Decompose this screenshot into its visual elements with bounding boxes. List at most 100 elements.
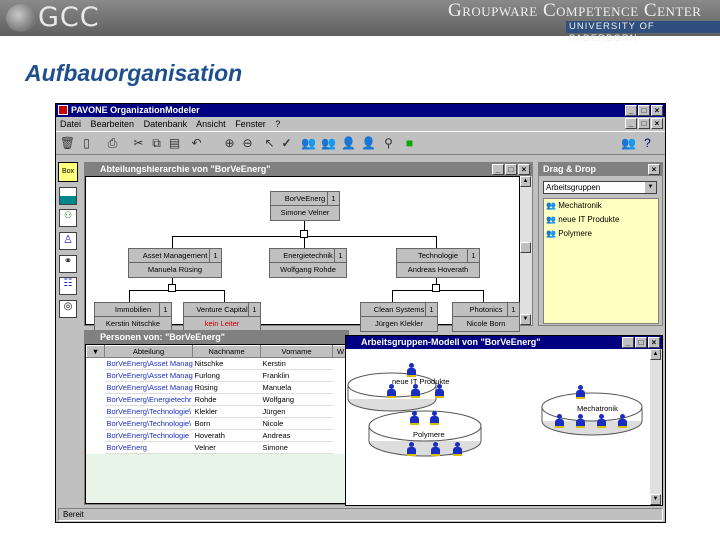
table-row[interactable]: BorVeEnerg\Energietechr Rohde Wolfgang [87, 393, 349, 406]
doc-maximize-button[interactable]: □ [638, 118, 650, 129]
person-tool-icon[interactable]: ♙ [59, 232, 77, 250]
new-icon[interactable]: ▯ [78, 135, 95, 152]
table-row[interactable]: BorVeEnerg\Technologie\ Klekler Jürgen [87, 405, 349, 418]
help-icon[interactable]: ? [639, 135, 656, 152]
person-icon[interactable] [452, 442, 462, 456]
cut-icon[interactable]: ✂ [130, 135, 147, 152]
doc-close-button[interactable]: × [651, 118, 663, 129]
zoom-in-icon[interactable]: ⊕ [221, 135, 238, 152]
scroll-up-icon[interactable]: ▲ [650, 349, 661, 360]
zoom-out-icon[interactable]: ⊖ [239, 135, 256, 152]
maximize-button[interactable]: □ [638, 105, 650, 116]
group-type-select[interactable]: Arbeitsgruppen ▼ [543, 181, 657, 194]
menu-help[interactable]: ? [275, 119, 280, 129]
table-row[interactable]: BorVeEnerg\Asset Manag Nitschke Kerstin [87, 357, 349, 370]
paste-icon[interactable]: ▤ [166, 135, 183, 152]
copy-icon[interactable]: ⧉ [148, 135, 165, 152]
person-icon[interactable] [430, 442, 440, 456]
table-row[interactable]: BorVeEnerg\Asset Manag Furlong Franklin [87, 369, 349, 382]
hierarchy-close-button[interactable]: × [518, 164, 530, 175]
table-row[interactable]: BorVeEnerg Velner Simone [87, 441, 349, 454]
persons-icon[interactable]: 👥 [320, 135, 337, 152]
print-icon[interactable]: ⎙ [104, 135, 121, 152]
org-node-technologie[interactable]: Technologie 1 Andreas Hoverath [396, 248, 480, 278]
person-icon[interactable] [575, 385, 585, 399]
person-icon[interactable] [409, 411, 419, 425]
scroll-up-icon[interactable]: ▲ [520, 176, 531, 187]
table-row[interactable]: BorVeEnerg\Technologie Hoverath Andreas [87, 429, 349, 442]
color-icon[interactable]: ■ [401, 135, 418, 152]
collapse-icon[interactable] [168, 284, 176, 292]
chevron-down-icon[interactable]: ▼ [645, 182, 656, 193]
list-item[interactable]: 👥 Polymere [546, 229, 592, 238]
person-icon[interactable] [429, 411, 439, 425]
box-tool[interactable]: Box [58, 162, 78, 182]
disc-tool-icon[interactable]: ◎ [59, 300, 77, 318]
link-tool-icon[interactable]: ⚭ [59, 255, 77, 273]
person-icon[interactable] [575, 414, 585, 428]
hierarchy-maximize-button[interactable]: □ [505, 164, 517, 175]
table-row[interactable]: BorVeEnerg\Asset Manag Rüsing Manuela [87, 381, 349, 394]
groups-minimize-button[interactable]: _ [622, 337, 634, 348]
delete-icon[interactable]: 🗑 [59, 135, 76, 152]
menu-datenbank[interactable]: Datenbank [144, 119, 188, 129]
list-item[interactable]: 👥 neue IT Produkte [546, 215, 619, 224]
scroll-thumb[interactable] [520, 242, 531, 253]
hierarchy-minimize-button[interactable]: _ [492, 164, 504, 175]
list-item[interactable]: 👥 Mechatronik [546, 201, 602, 210]
column-header[interactable]: Vorname [260, 345, 333, 358]
collapse-icon[interactable] [300, 230, 308, 238]
scroll-down-icon[interactable]: ▼ [520, 314, 531, 325]
table-row[interactable]: BorVeEnerg\Technologie\ Born Nicole [87, 417, 349, 430]
menu-fenster[interactable]: Fenster [235, 119, 266, 129]
groups-scrollbar[interactable]: ▲ ▼ [650, 349, 662, 505]
person-icon[interactable] [386, 384, 396, 398]
person-icon[interactable] [596, 414, 606, 428]
org-node-venture-capital[interactable]: Venture Capital 1 kein Leiter [183, 302, 261, 332]
groups-close-button[interactable]: × [648, 337, 660, 348]
groups-titlebar[interactable]: Arbeitsgruppen-Modell von "BorVeEnerg" _… [346, 336, 662, 349]
person-icon[interactable]: 👤 [340, 135, 357, 152]
org-node-immobilien[interactable]: Immobilien 1 Kerstin Nitschke [94, 302, 172, 332]
persons-titlebar[interactable]: Personen von: "BorVeEnerg" [85, 331, 348, 344]
app-titlebar[interactable]: PAVONE OrganizationModeler _ □ × [56, 104, 665, 117]
menu-datei[interactable]: Datei [60, 119, 81, 129]
check-icon[interactable]: ✓ [278, 135, 295, 152]
org-node-asset-management[interactable]: Asset Management 1 Manuela Rüsing [128, 248, 222, 278]
collapse-icon[interactable] [432, 284, 440, 292]
undo-icon[interactable]: ↶ [188, 135, 205, 152]
groups-maximize-button[interactable]: □ [635, 337, 647, 348]
hierarchy-scrollbar[interactable]: ▲ ▼ [520, 176, 532, 325]
group-tool-icon[interactable]: ☷ [59, 277, 77, 295]
close-button[interactable]: × [651, 105, 663, 116]
link-icon[interactable]: ⚲ [380, 135, 397, 152]
node-number: 1 [507, 303, 519, 317]
dragdrop-close-button[interactable]: × [648, 164, 660, 175]
org-node-root[interactable]: BorVeEnerg 1 Simone Velner [270, 191, 340, 221]
person-icon[interactable] [406, 442, 416, 456]
dragdrop-titlebar[interactable]: Drag & Drop × [539, 163, 662, 176]
table-tool-icon[interactable] [59, 187, 77, 205]
org-node-clean-systems[interactable]: Clean Systems 1 Jürgen Klekler [360, 302, 438, 332]
org-node-photonics[interactable]: Photonics 1 Nicole Born [452, 302, 520, 332]
help-pointer-icon[interactable]: ↖ [261, 135, 278, 152]
scroll-down-icon[interactable]: ▼ [650, 494, 661, 505]
hierarchy-titlebar[interactable]: Abteilungshierarchie von "BorVeEnerg" _ … [85, 163, 532, 176]
group-icon[interactable]: 👥 [300, 135, 317, 152]
doc-minimize-button[interactable]: _ [625, 118, 637, 129]
sort-icon[interactable]: ▼ [86, 345, 105, 358]
person-icon[interactable] [434, 384, 444, 398]
tree-tool-icon[interactable]: ⚇ [59, 209, 77, 227]
role-icon[interactable]: 👤 [360, 135, 377, 152]
minimize-button[interactable]: _ [625, 105, 637, 116]
person-icon[interactable] [406, 363, 416, 377]
person-icon[interactable] [617, 414, 627, 428]
menu-ansicht[interactable]: Ansicht [196, 119, 226, 129]
person-icon[interactable] [410, 384, 420, 398]
users-icon[interactable]: 👥 [620, 135, 637, 152]
org-node-energietechnik[interactable]: Energietechnik 1 Wolfgang Rohde [269, 248, 347, 278]
person-icon[interactable] [554, 414, 564, 428]
column-header[interactable]: Nachname [192, 345, 261, 358]
menu-bearbeiten[interactable]: Bearbeiten [91, 119, 135, 129]
column-header[interactable]: Abteilung [104, 345, 193, 358]
